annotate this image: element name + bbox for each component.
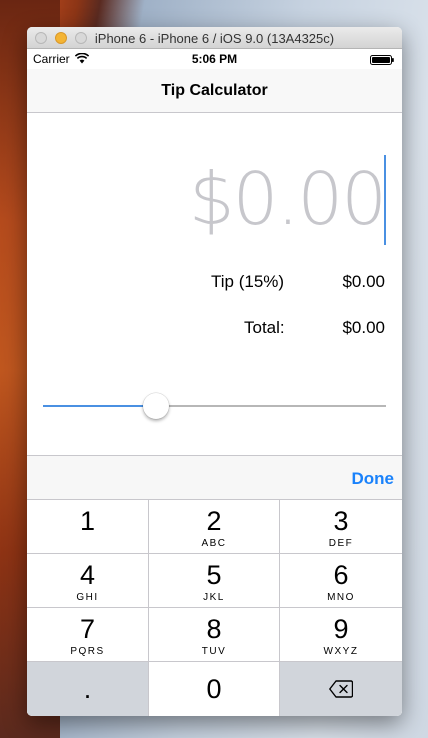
key-digit: 5 xyxy=(206,560,222,590)
key-letters: MNO xyxy=(327,592,355,603)
key-letters: PQRS xyxy=(70,646,105,657)
tip-label: Tip (15%) xyxy=(211,272,285,291)
key-7[interactable]: 7 PQRS xyxy=(27,608,149,662)
simulator-window: iPhone 6 - iPhone 6 / iOS 9.0 (13A4325c)… xyxy=(27,27,402,716)
key-letters: WXYZ xyxy=(323,646,359,657)
backspace-icon xyxy=(329,680,353,698)
key-0[interactable]: 0 xyxy=(149,662,280,716)
key-digit: 0 xyxy=(206,674,222,704)
key-digit: 4 xyxy=(79,560,96,590)
key-letters: TUV xyxy=(201,646,227,657)
keyboard-accessory-bar: Done xyxy=(27,455,402,499)
key-3[interactable]: 3 DEF xyxy=(280,500,402,554)
status-time: 5:06 PM xyxy=(191,52,238,66)
key-delete[interactable] xyxy=(280,662,402,716)
number-keypad: 1 2 ABC 3 DEF 4 GHI 5 JKL 6 MNO 7 PQRS 8 xyxy=(27,499,402,716)
key-digit: 6 xyxy=(333,560,349,590)
bill-amount-field[interactable]: $0.00 xyxy=(55,155,387,243)
key-letters: GHI xyxy=(76,592,99,603)
key-5[interactable]: 5 JKL xyxy=(149,554,280,608)
key-2[interactable]: 2 ABC xyxy=(149,500,280,554)
tip-percentage-slider[interactable] xyxy=(43,393,386,419)
calculator-view: $0.00 Tip (15%) $0.00 Total: $0.00 xyxy=(27,113,402,455)
key-4[interactable]: 4 GHI xyxy=(27,554,149,608)
window-titlebar[interactable]: iPhone 6 - iPhone 6 / iOS 9.0 (13A4325c) xyxy=(27,27,402,49)
key-decimal[interactable]: . xyxy=(27,662,149,716)
total-label: Total: xyxy=(244,318,285,337)
slider-track-filled xyxy=(43,405,156,407)
slider-track-empty xyxy=(156,405,386,407)
key-digit: 7 xyxy=(79,614,96,644)
battery-icon xyxy=(370,55,394,65)
key-9[interactable]: 9 WXYZ xyxy=(280,608,402,662)
key-6[interactable]: 6 MNO xyxy=(280,554,402,608)
key-1[interactable]: 1 xyxy=(27,500,149,554)
page-title: Tip Calculator xyxy=(161,82,268,99)
key-digit: 3 xyxy=(333,506,349,536)
status-bar: Carrier 5:06 PM xyxy=(27,49,402,69)
key-letters: JKL xyxy=(203,592,225,603)
tip-amount: $0.00 xyxy=(342,272,385,291)
text-cursor xyxy=(384,155,386,245)
key-decimal-label: . xyxy=(83,674,92,704)
navigation-bar: Tip Calculator xyxy=(27,69,402,113)
key-8[interactable]: 8 TUV xyxy=(149,608,280,662)
key-digit: 8 xyxy=(206,614,222,644)
key-letters: DEF xyxy=(328,538,354,549)
key-letters: ABC xyxy=(201,538,227,549)
done-button[interactable]: Done xyxy=(352,469,395,489)
key-digit: 1 xyxy=(79,506,96,536)
slider-thumb[interactable] xyxy=(143,393,169,419)
total-amount: $0.00 xyxy=(342,318,385,337)
key-digit: 9 xyxy=(333,614,349,644)
key-digit: 2 xyxy=(206,506,222,536)
window-title: iPhone 6 - iPhone 6 / iOS 9.0 (13A4325c) xyxy=(94,31,335,46)
